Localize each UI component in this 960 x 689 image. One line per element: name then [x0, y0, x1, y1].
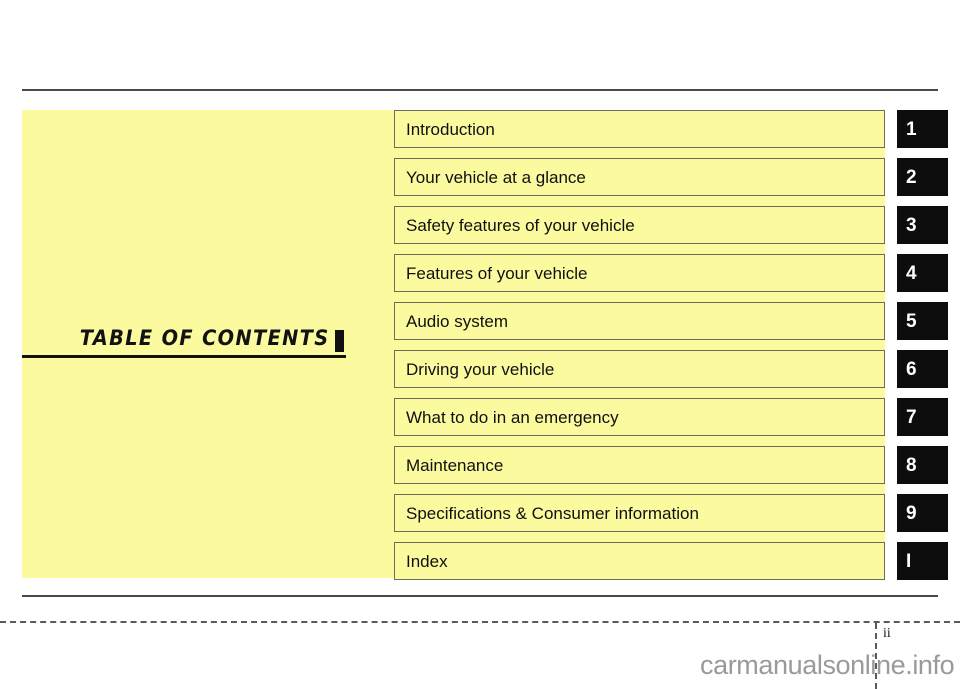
toc-row: Specifications & Consumer information 9: [394, 494, 948, 532]
toc-chapter-link[interactable]: Safety features of your vehicle: [394, 206, 885, 244]
toc-chapter-link[interactable]: Audio system: [394, 302, 885, 340]
toc-chapter-label: Specifications & Consumer information: [406, 503, 699, 523]
toc-chapter-tab[interactable]: 8: [897, 446, 948, 484]
toc-chapter-link[interactable]: Features of your vehicle: [394, 254, 885, 292]
heading-underline: [22, 355, 346, 358]
toc-chapter-label: Maintenance: [406, 455, 504, 475]
toc-row: Introduction 1: [394, 110, 948, 148]
page-title: TABLE OF CONTENTS: [80, 326, 330, 350]
toc-chapter-tab[interactable]: 3: [897, 206, 948, 244]
heading-marker-icon: [335, 330, 344, 352]
toc-row: What to do in an emergency 7: [394, 398, 948, 436]
toc-chapter-link[interactable]: Maintenance: [394, 446, 885, 484]
toc-chapter-label: Audio system: [406, 311, 509, 331]
toc-chapter-tab[interactable]: 1: [897, 110, 948, 148]
toc-chapter-tab[interactable]: 6: [897, 350, 948, 388]
toc-chapter-label: Your vehicle at a glance: [406, 167, 586, 187]
toc-row: Safety features of your vehicle 3: [394, 206, 948, 244]
table-of-contents-list: Introduction 1 Your vehicle at a glance 2 Sa…: [394, 110, 948, 580]
toc-chapter-number: 6: [906, 358, 917, 380]
toc-chapter-number: 8: [906, 454, 917, 476]
toc-chapter-tab[interactable]: 4: [897, 254, 948, 292]
toc-chapter-link[interactable]: Your vehicle at a glance: [394, 158, 885, 196]
toc-chapter-link[interactable]: Driving your vehicle: [394, 350, 885, 388]
toc-row: Index I: [394, 542, 948, 580]
toc-chapter-link[interactable]: Index: [394, 542, 885, 580]
toc-chapter-number: 9: [906, 502, 917, 524]
toc-chapter-tab[interactable]: 7: [897, 398, 948, 436]
toc-chapter-number: 3: [906, 214, 917, 236]
watermark: carmanualsonline.info: [700, 650, 955, 680]
toc-chapter-tab[interactable]: 9: [897, 494, 948, 532]
toc-chapter-number: I: [906, 550, 912, 572]
toc-chapter-tab[interactable]: 5: [897, 302, 948, 340]
toc-chapter-label: Safety features of your vehicle: [406, 215, 635, 235]
toc-chapter-number: 2: [906, 166, 917, 188]
toc-chapter-label: Driving your vehicle: [406, 359, 555, 379]
toc-chapter-label: Introduction: [406, 119, 495, 139]
toc-row: Driving your vehicle 6: [394, 350, 948, 388]
toc-row: Audio system 5: [394, 302, 948, 340]
toc-row: Features of your vehicle 4: [394, 254, 948, 292]
toc-chapter-link[interactable]: What to do in an emergency: [394, 398, 885, 436]
toc-chapter-link[interactable]: Specifications & Consumer information: [394, 494, 885, 532]
toc-chapter-number: 7: [906, 406, 917, 428]
toc-row: Maintenance 8: [394, 446, 948, 484]
toc-chapter-number: 1: [906, 118, 917, 140]
toc-row: Your vehicle at a glance 2: [394, 158, 948, 196]
toc-chapter-number: 4: [906, 262, 917, 284]
toc-chapter-tab[interactable]: I: [897, 542, 948, 580]
toc-chapter-tab[interactable]: 2: [897, 158, 948, 196]
toc-chapter-label: What to do in an emergency: [406, 407, 619, 427]
bottom-page-rule: [22, 595, 938, 597]
toc-chapter-label: Index: [406, 551, 448, 571]
top-page-rule: [22, 89, 938, 91]
page-number: ii: [883, 626, 891, 641]
table-of-contents-heading: TABLE OF CONTENTS: [22, 314, 352, 358]
toc-chapter-label: Features of your vehicle: [406, 263, 588, 283]
toc-chapter-link[interactable]: Introduction: [394, 110, 885, 148]
toc-chapter-number: 5: [906, 310, 917, 332]
horizontal-crop-mark: [0, 621, 960, 623]
